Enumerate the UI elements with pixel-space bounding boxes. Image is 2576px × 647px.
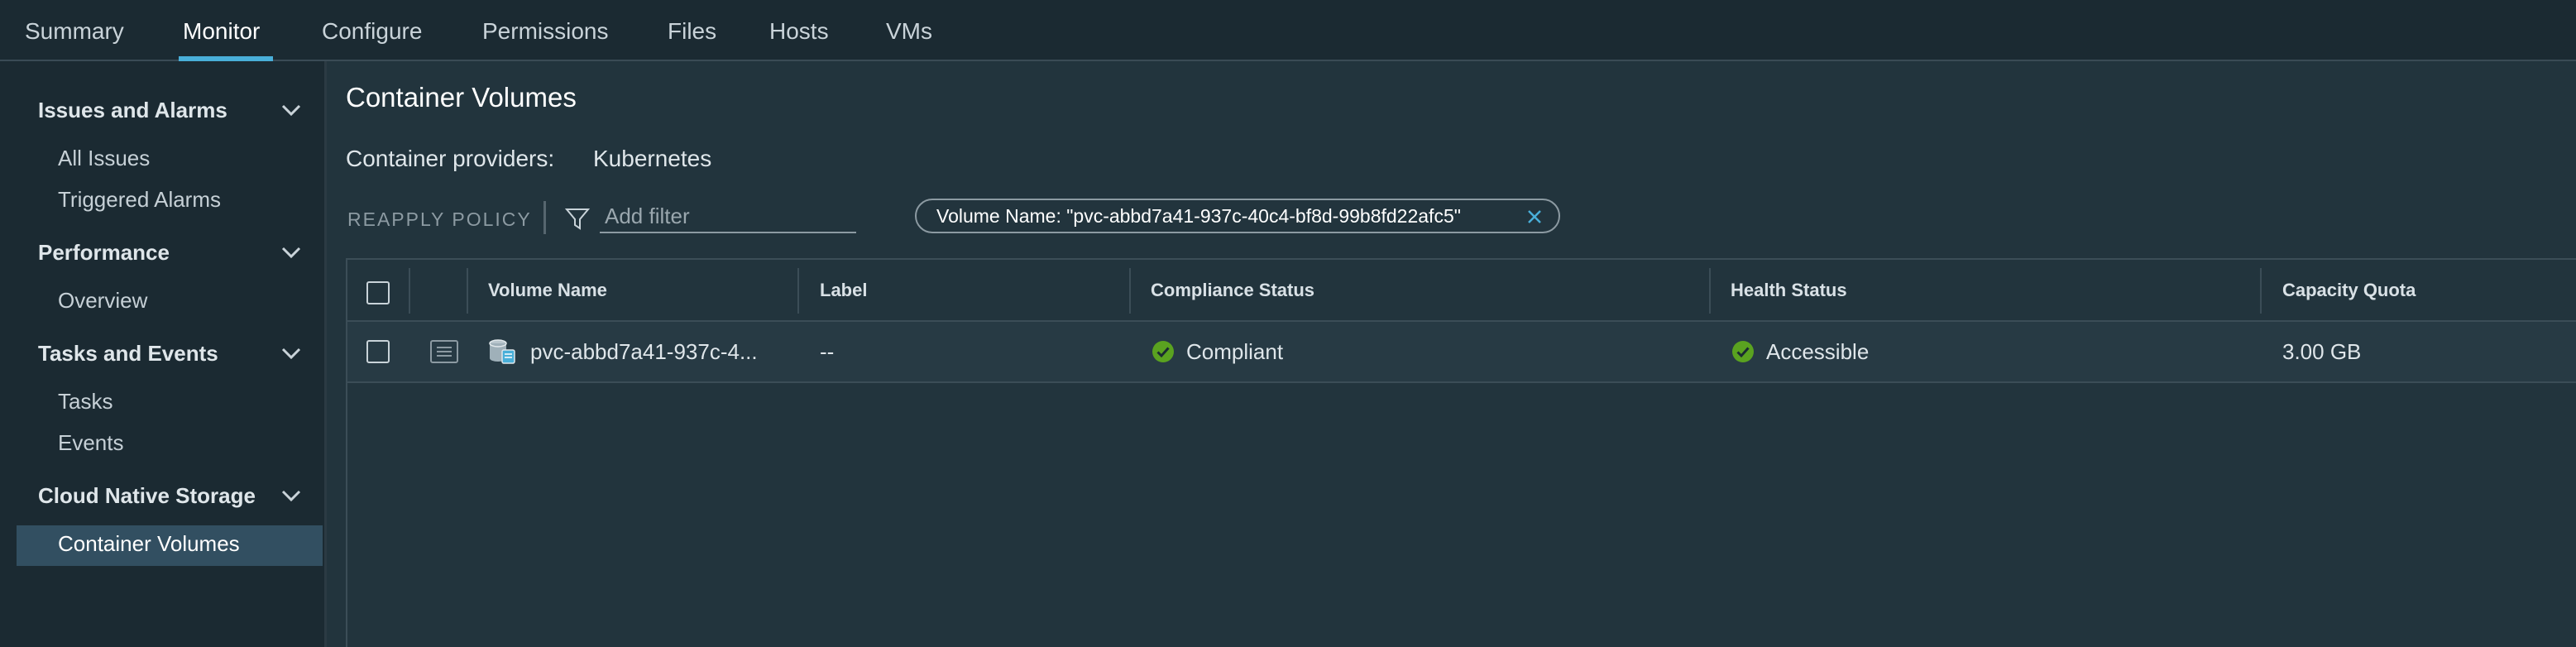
tab-files[interactable]: Files	[668, 18, 716, 45]
container-volumes-grid: Volume Name Label Compliance Status Heal…	[346, 258, 2576, 647]
tab-configure[interactable]: Configure	[322, 18, 422, 45]
sidebar-item-tasks[interactable]: Tasks	[58, 389, 113, 415]
column-header-health-status[interactable]: Health Status	[1731, 280, 1847, 301]
tab-monitor[interactable]: Monitor	[183, 18, 260, 45]
column-divider	[409, 268, 410, 314]
tab-vms[interactable]: VMs	[886, 18, 932, 45]
page-title: Container Volumes	[346, 82, 577, 113]
column-header-volume-name[interactable]: Volume Name	[488, 280, 607, 301]
select-all-checkbox[interactable]	[366, 281, 390, 304]
toolbar-divider	[543, 201, 546, 234]
tab-hosts[interactable]: Hosts	[769, 18, 829, 45]
reapply-policy-button[interactable]: REAPPLY POLICY	[347, 208, 532, 231]
sidebar-group-issues-and-alarms[interactable]: Issues and Alarms	[38, 98, 227, 123]
chevron-down-icon[interactable]	[280, 103, 302, 117]
column-divider	[467, 268, 468, 314]
sidebar-item-overview[interactable]: Overview	[58, 288, 147, 314]
check-circle-icon	[1732, 341, 1754, 362]
sidebar-group-tasks-and-events[interactable]: Tasks and Events	[38, 341, 218, 367]
close-icon[interactable]	[1525, 208, 1544, 226]
column-divider	[1709, 268, 1711, 314]
capacity-quota-value: 3.00 GB	[2282, 339, 2362, 364]
container-providers-value: Kubernetes	[593, 146, 712, 171]
column-header-capacity-quota[interactable]: Capacity Quota	[2282, 280, 2416, 301]
check-circle-icon	[1152, 341, 1174, 362]
column-divider	[797, 268, 799, 314]
container-providers-label: Container providers:	[346, 146, 555, 171]
add-filter-input[interactable]	[600, 200, 856, 233]
label-value: --	[820, 339, 835, 364]
sidebar-item-events[interactable]: Events	[58, 430, 124, 456]
chevron-down-icon[interactable]	[280, 245, 302, 260]
filter-icon	[565, 208, 590, 230]
column-header-compliance-status[interactable]: Compliance Status	[1151, 280, 1314, 301]
top-tab-bar: Summary Monitor Configure Permissions Fi…	[0, 0, 2576, 61]
tab-permissions[interactable]: Permissions	[482, 18, 608, 45]
table-row[interactable]: pvc-abbd7a41-937c-4... -- Compliant Acce…	[347, 322, 2576, 383]
sidebar-group-cloud-native-storage[interactable]: Cloud Native Storage	[38, 483, 256, 509]
column-header-label[interactable]: Label	[820, 280, 867, 301]
grid-header-row: Volume Name Label Compliance Status Heal…	[347, 260, 2576, 322]
sidebar-item-all-issues[interactable]: All Issues	[58, 146, 150, 171]
chevron-down-icon[interactable]	[280, 346, 302, 361]
sidebar-item-triggered-alarms[interactable]: Triggered Alarms	[58, 187, 221, 213]
main-content: Container Volumes Container providers: K…	[327, 61, 2576, 647]
tab-summary[interactable]: Summary	[25, 18, 124, 45]
sidebar-group-performance[interactable]: Performance	[38, 240, 170, 266]
compliance-status-value: Compliant	[1186, 339, 1284, 364]
filter-chip: Volume Name: "pvc-abbd7a41-937c-40c4-bf8…	[915, 199, 1560, 233]
row-select-checkbox[interactable]	[366, 340, 390, 363]
column-divider	[1129, 268, 1131, 314]
volume-name-link[interactable]: pvc-abbd7a41-937c-4...	[530, 339, 758, 365]
filter-chip-label: Volume Name: "pvc-abbd7a41-937c-40c4-bf8…	[936, 205, 1461, 227]
sidebar-nav: Issues and Alarms All Issues Triggered A…	[0, 61, 327, 647]
health-status-value: Accessible	[1766, 339, 1870, 364]
row-details-icon[interactable]	[430, 340, 458, 363]
sidebar-item-container-volumes[interactable]: Container Volumes	[58, 531, 240, 557]
chevron-down-icon[interactable]	[280, 488, 302, 503]
column-divider	[2260, 268, 2262, 314]
volume-icon	[489, 339, 515, 364]
